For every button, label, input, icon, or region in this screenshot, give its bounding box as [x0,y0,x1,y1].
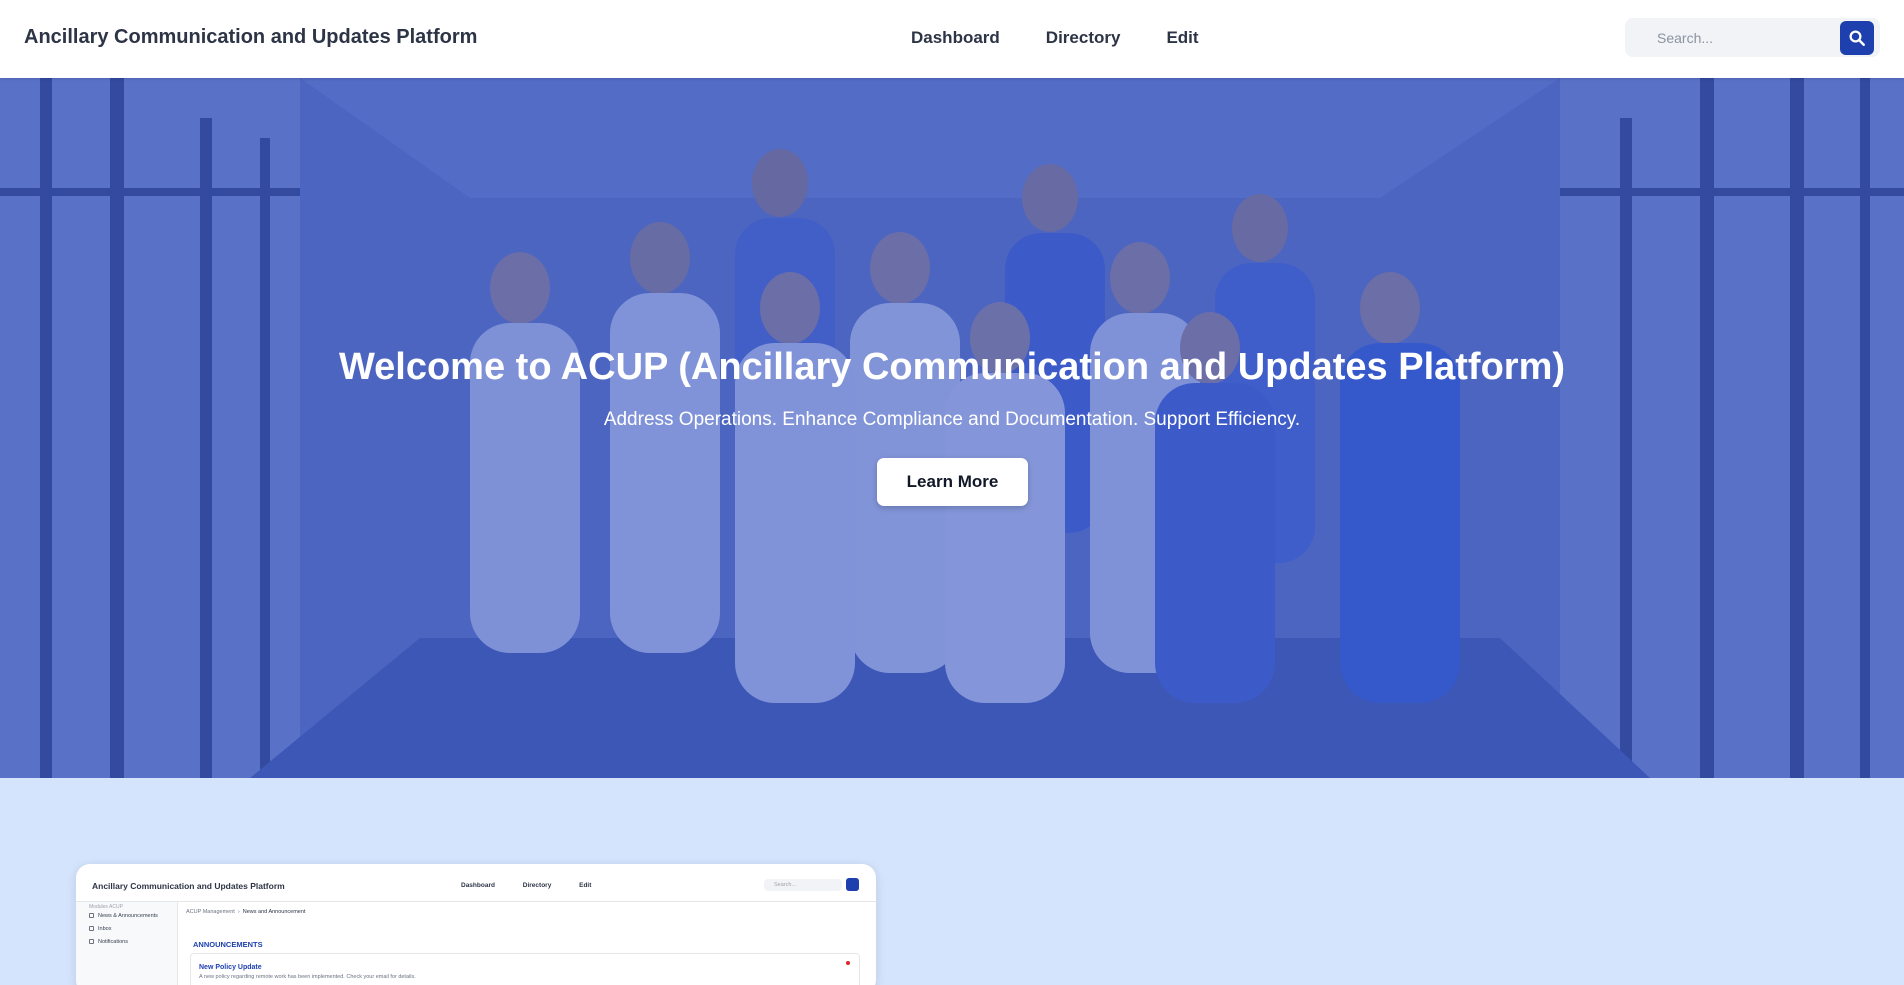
preview-sidebar-item: Notifications [89,939,128,945]
inbox-icon [89,926,94,931]
preview-sidebar-item: Inbox [89,926,111,932]
preview-nav-dashboard: Dashboard [461,882,495,889]
top-navbar: Ancillary Communication and Updates Plat… [0,0,1904,78]
preview-nav: Dashboard Directory Edit [461,882,617,889]
bell-icon [89,939,94,944]
preview-sidebar-caption: Modules ACUP [89,904,123,910]
hero-subtitle: Address Operations. Enhance Compliance a… [603,409,1301,430]
search-input[interactable] [1657,28,1837,48]
search-icon [1849,30,1865,46]
main-nav: Dashboard Directory Edit [911,28,1199,48]
search-button[interactable] [1840,21,1874,55]
preview-announcement-card [190,953,860,985]
preview-sidebar: Modules ACUP News & Announcements Inbox … [76,902,178,985]
preview-announcement-title: New Policy Update [199,964,262,971]
hero-section: Welcome to ACUP (Ancillary Communication… [0,78,1904,778]
preview-breadcrumb: ACUP Management › News and Announcement [186,909,306,915]
unread-dot [846,961,850,965]
preview-search: Search... [764,879,842,891]
app-preview-card: Ancillary Communication and Updates Plat… [76,864,876,985]
nav-directory[interactable]: Directory [1046,28,1121,48]
nav-dashboard[interactable]: Dashboard [911,28,1000,48]
document-icon [89,913,94,918]
preview-search-icon [846,878,859,891]
preview-title: Ancillary Communication and Updates Plat… [92,881,285,891]
preview-nav-directory: Directory [522,882,552,889]
preview-sidebar-item: News & Announcements [89,913,158,919]
preview-section-heading: ANNOUNCEMENTS [193,940,263,949]
site-title[interactable]: Ancillary Communication and Updates Plat… [24,26,477,49]
learn-more-button[interactable]: Learn More [877,458,1028,506]
preview-nav-edit: Edit [579,882,592,889]
nav-edit[interactable]: Edit [1166,28,1198,48]
hero-title: Welcome to ACUP (Ancillary Communication… [338,346,1566,388]
preview-announcement-text: A new policy regarding remote work has b… [199,974,416,980]
